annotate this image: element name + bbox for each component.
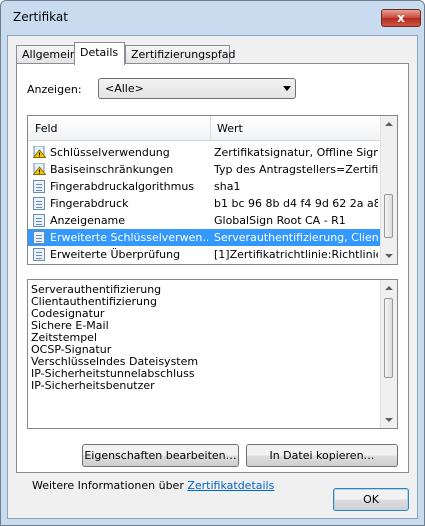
detail-line: IP-Sicherheitsbenutzer [31, 379, 155, 392]
field-name: Anzeigename [50, 214, 126, 227]
certificate-dialog: Zertifikat x Allgemein Details Zertifizi… [0, 0, 425, 526]
field-name: Erweiterte Überprüfung [50, 248, 181, 261]
list-item[interactable]: Fingerabdruck b1 bc 96 8b d4 f4 9d 62 2a… [28, 195, 382, 212]
warning-certificate-icon [33, 146, 46, 158]
field-name: Erweiterte Schlüsselverwen… [50, 231, 208, 244]
listview-rows: Schlüsselverwendung Zertifikatsignatur, … [28, 144, 382, 263]
field-value: [1]Zertifikatrichtlinie:Richtlinie… [214, 248, 378, 261]
field-value: sha1 [214, 180, 241, 193]
copy-to-file-button[interactable]: In Datei kopieren… [246, 444, 398, 467]
field-value: b1 bc 96 8b d4 f4 9d 62 2a a8 … [214, 197, 378, 210]
field-name: Basiseinschränkungen [50, 163, 174, 176]
more-info-text: Weitere Informationen über [32, 479, 188, 492]
column-header-value[interactable]: Wert [217, 122, 243, 135]
certificate-field-icon [33, 197, 45, 210]
warning-certificate-icon [33, 163, 46, 175]
listview-header: Feld Wert [28, 116, 382, 141]
certificate-field-icon [33, 248, 45, 261]
certificate-field-icon [33, 231, 45, 244]
close-icon: x [397, 11, 405, 25]
scroll-up-icon[interactable] [385, 286, 393, 290]
scroll-down-icon[interactable] [385, 418, 393, 422]
scrollbar-thumb[interactable] [384, 298, 393, 378]
list-item[interactable]: Fingerabdruckalgorithmus sha1 [28, 178, 382, 195]
scroll-down-icon[interactable] [385, 254, 393, 258]
chevron-down-icon [283, 86, 291, 91]
list-item[interactable]: Schlüsselverwendung Zertifikatsignatur, … [28, 144, 382, 161]
field-detail-textbox[interactable]: Serverauthentifizierung Clientauthentifi… [27, 279, 398, 429]
field-detail-lines: Serverauthentifizierung Clientauthentifi… [31, 284, 376, 392]
certificate-field-icon [33, 180, 45, 193]
field-value: GlobalSign Root CA - R1 [214, 214, 346, 227]
field-name: Schlüsselverwendung [50, 146, 170, 159]
edit-properties-button[interactable]: Eigenschaften bearbeiten… [82, 444, 239, 467]
tab-details[interactable]: Details [74, 42, 125, 65]
tab-allgemein[interactable]: Allgemein [16, 45, 77, 64]
scroll-up-icon[interactable] [385, 122, 393, 126]
list-item-selected[interactable]: Erweiterte Schlüsselverwen… Serverauthen… [28, 229, 382, 246]
listview-scrollbar[interactable] [380, 116, 397, 264]
field-name: Fingerabdruckalgorithmus [50, 180, 195, 193]
list-item[interactable]: Erweiterte Überprüfung [1]Zertifikatrich… [28, 246, 382, 263]
certificate-field-icon [33, 214, 45, 227]
title-bar[interactable]: Zertifikat x [1, 1, 424, 29]
show-select-value: <Alle> [105, 82, 144, 95]
field-name: Fingerabdruck [50, 197, 129, 210]
scrollbar-thumb[interactable] [384, 194, 393, 238]
window-title: Zertifikat [13, 10, 68, 24]
list-item[interactable]: Anzeigename GlobalSign Root CA - R1 [28, 212, 382, 229]
show-select[interactable]: <Alle> [98, 78, 296, 99]
textbox-scrollbar[interactable] [380, 280, 397, 428]
details-panel: Anzeigen: <Alle> Feld Wert Schlüsselverw… [16, 63, 409, 492]
more-info-line: Weitere Informationen über Zertifikatdet… [32, 479, 274, 492]
close-button[interactable]: x [381, 9, 421, 27]
certificate-details-link[interactable]: Zertifikatdetails [187, 479, 274, 492]
show-label: Anzeigen: [27, 83, 82, 96]
column-header-field[interactable]: Feld [35, 122, 58, 135]
ok-button[interactable]: OK [333, 488, 409, 511]
fields-listview[interactable]: Feld Wert Schlüsselverwendung Zertifikat [27, 115, 398, 265]
field-value: Serverauthentifizierung, Client… [214, 231, 378, 244]
field-value: Zertifikatsignatur, Offline Signi… [214, 146, 378, 159]
field-value: Typ des Antragstellers=Zertifi… [214, 163, 378, 176]
column-divider[interactable] [210, 116, 211, 140]
dialog-body: Allgemein Details Zertifizierungspfad An… [7, 35, 418, 519]
tab-zertifizierungspfad[interactable]: Zertifizierungspfad [125, 45, 235, 64]
list-item[interactable]: Basiseinschränkungen Typ des Antragstell… [28, 161, 382, 178]
